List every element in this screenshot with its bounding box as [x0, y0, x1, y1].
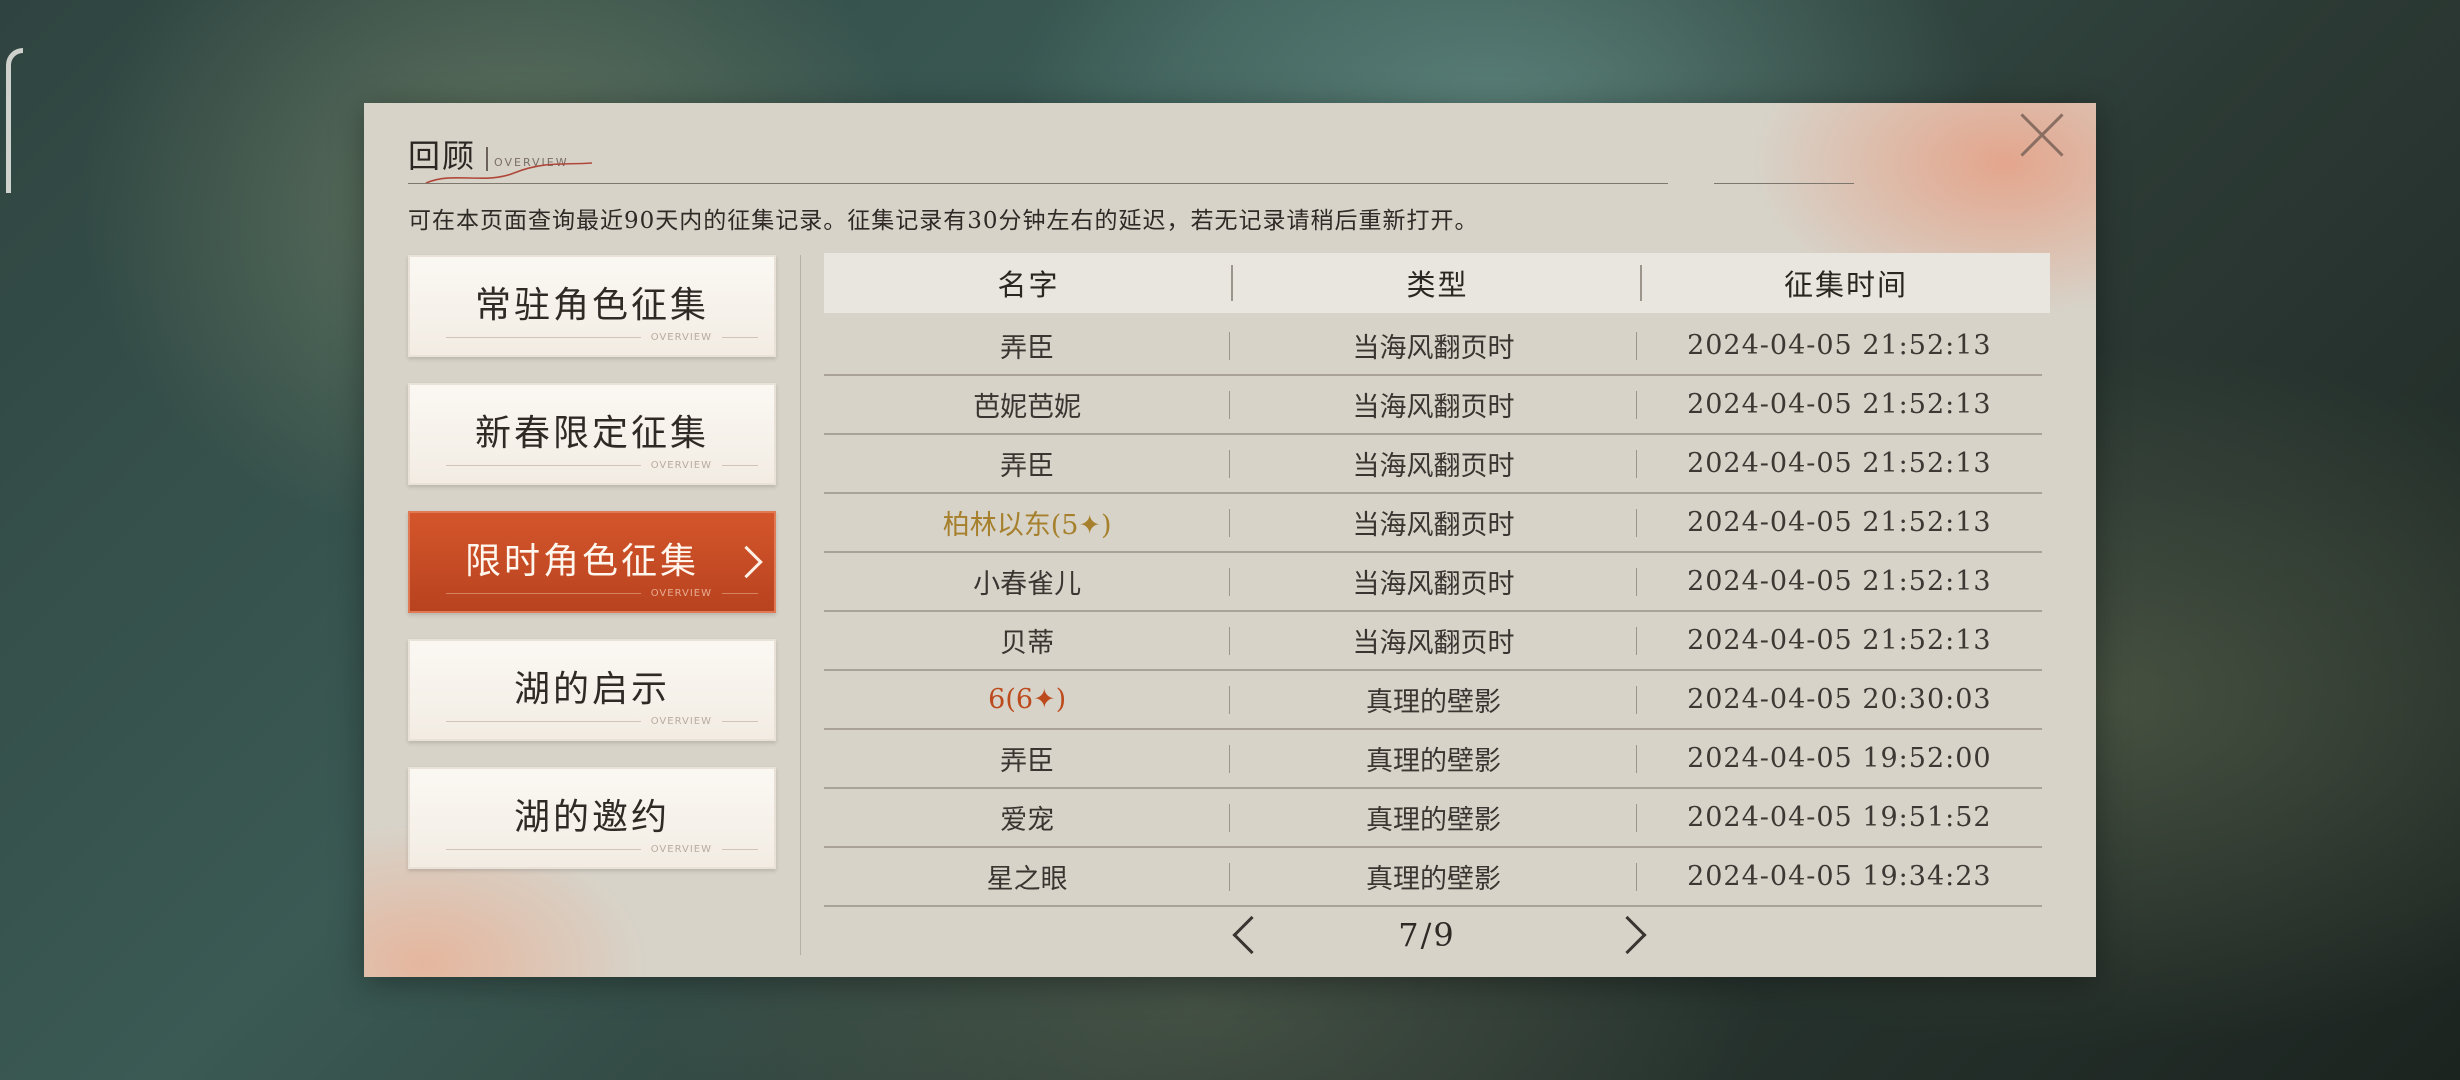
cell-time: 2024-04-05 19:52:00 — [1687, 743, 1992, 774]
edge-swipe-handle[interactable] — [6, 48, 23, 193]
table-row: 星之眼 真理的壁影 2024-04-05 19:34:23 — [824, 848, 2042, 907]
vertical-divider — [800, 255, 801, 955]
title-swash-decoration — [425, 162, 593, 184]
chevron-right-icon — [730, 545, 763, 579]
table-row: 弄臣 当海风翻页时 2024-04-05 21:52:13 — [824, 317, 2042, 376]
cell-name-six-star: 6(6✦) — [824, 684, 1230, 715]
cell-time: 2024-04-05 21:52:13 — [1687, 330, 1992, 361]
cell-type: 当海风翻页时 — [1230, 503, 1636, 542]
notice-text: 可在本页面查询最近90天内的征集记录。征集记录有30分钟左右的延迟，若无记录请稍… — [408, 208, 1479, 234]
header-underline-segment — [1714, 183, 1854, 184]
cell-type: 当海风翻页时 — [1230, 621, 1636, 660]
cell-name: 弄臣 — [824, 444, 1230, 483]
sidebar-item-lake-revelation[interactable]: 湖的启示 OVERVIEW — [408, 639, 776, 741]
cell-time: 2024-04-05 19:51:52 — [1687, 802, 1992, 833]
cell-name: 小春雀儿 — [824, 562, 1230, 601]
sidebar-item-label: 限时角色征集 — [464, 541, 699, 582]
cell-name: 芭妮芭妮 — [824, 385, 1230, 424]
sidebar-item-limited-character[interactable]: 限时角色征集 OVERVIEW — [408, 511, 776, 613]
table-row: 弄臣 当海风翻页时 2024-04-05 21:52:13 — [824, 435, 2042, 494]
cell-name: 贝蒂 — [824, 621, 1230, 660]
sidebar-item-label: 湖的启示 — [513, 669, 670, 710]
cell-type: 当海风翻页时 — [1230, 562, 1636, 601]
table-row: 爱宠 真理的壁影 2024-04-05 19:51:52 — [824, 789, 2042, 848]
cell-time: 2024-04-05 20:30:03 — [1687, 684, 1992, 715]
cell-type: 真理的壁影 — [1230, 739, 1636, 778]
column-header-type: 类型 — [1233, 262, 1642, 304]
cell-name: 爱宠 — [824, 798, 1230, 837]
sidebar-item-lake-invitation[interactable]: 湖的邀约 OVERVIEW — [408, 767, 776, 869]
page-indicator: 7/9 — [1398, 916, 1456, 954]
records-table: 名字 类型 征集时间 弄臣 当海风翻页时 2024-04-05 21:52:13… — [824, 253, 2050, 907]
overview-dialog: 回顾 OVERVIEW 可在本页面查询最近90天内的征集记录。征集记录有30分钟… — [364, 103, 2096, 977]
cell-type: 当海风翻页时 — [1230, 385, 1636, 424]
cell-time: 2024-04-05 21:52:13 — [1687, 625, 1992, 656]
cell-time: 2024-04-05 21:52:13 — [1687, 389, 1992, 420]
cell-type: 当海风翻页时 — [1230, 444, 1636, 483]
cell-type: 真理的壁影 — [1230, 798, 1636, 837]
column-header-time: 征集时间 — [1783, 268, 1908, 302]
table-row: 小春雀儿 当海风翻页时 2024-04-05 21:52:13 — [824, 553, 2042, 612]
sidebar-item-spring-limited[interactable]: 新春限定征集 OVERVIEW — [408, 383, 776, 485]
cell-time: 2024-04-05 21:52:13 — [1687, 566, 1992, 597]
pagination: 7/9 — [824, 903, 2050, 967]
cell-name-five-star: 柏林以东(5✦) — [824, 503, 1230, 542]
cell-type: 当海风翻页时 — [1230, 326, 1636, 365]
table-row: 芭妮芭妮 当海风翻页时 2024-04-05 21:52:13 — [824, 376, 2042, 435]
column-header-name: 名字 — [824, 262, 1233, 304]
header-underline-segment — [1618, 183, 1668, 184]
cell-time: 2024-04-05 19:34:23 — [1687, 861, 1992, 892]
table-row: 贝蒂 当海风翻页时 2024-04-05 21:52:13 — [824, 612, 2042, 671]
table-row: 柏林以东(5✦) 当海风翻页时 2024-04-05 21:52:13 — [824, 494, 2042, 553]
cell-type: 真理的壁影 — [1230, 680, 1636, 719]
table-body: 弄臣 当海风翻页时 2024-04-05 21:52:13 芭妮芭妮 当海风翻页… — [824, 317, 2050, 907]
sidebar-item-label: 新春限定征集 — [474, 413, 709, 454]
cell-name: 弄臣 — [824, 326, 1230, 365]
sidebar-item-standard[interactable]: 常驻角色征集 OVERVIEW — [408, 255, 776, 357]
cell-time: 2024-04-05 21:52:13 — [1687, 507, 1992, 538]
cell-name: 弄臣 — [824, 739, 1230, 778]
sidebar-item-label: 湖的邀约 — [513, 797, 670, 838]
cell-type: 真理的壁影 — [1230, 857, 1636, 896]
sidebar-item-label: 常驻角色征集 — [474, 285, 709, 326]
banner-sidebar: 常驻角色征集 OVERVIEW 新春限定征集 OVERVIEW 限时角色征集 O… — [408, 255, 776, 895]
cell-time: 2024-04-05 21:52:13 — [1687, 448, 1992, 479]
table-header: 名字 类型 征集时间 — [824, 253, 2050, 313]
close-button[interactable] — [2018, 111, 2066, 159]
table-row: 弄臣 真理的壁影 2024-04-05 19:52:00 — [824, 730, 2042, 789]
cell-name: 星之眼 — [824, 857, 1230, 896]
table-row: 6(6✦) 真理的壁影 2024-04-05 20:30:03 — [824, 671, 2042, 730]
header-underline — [408, 183, 1646, 184]
